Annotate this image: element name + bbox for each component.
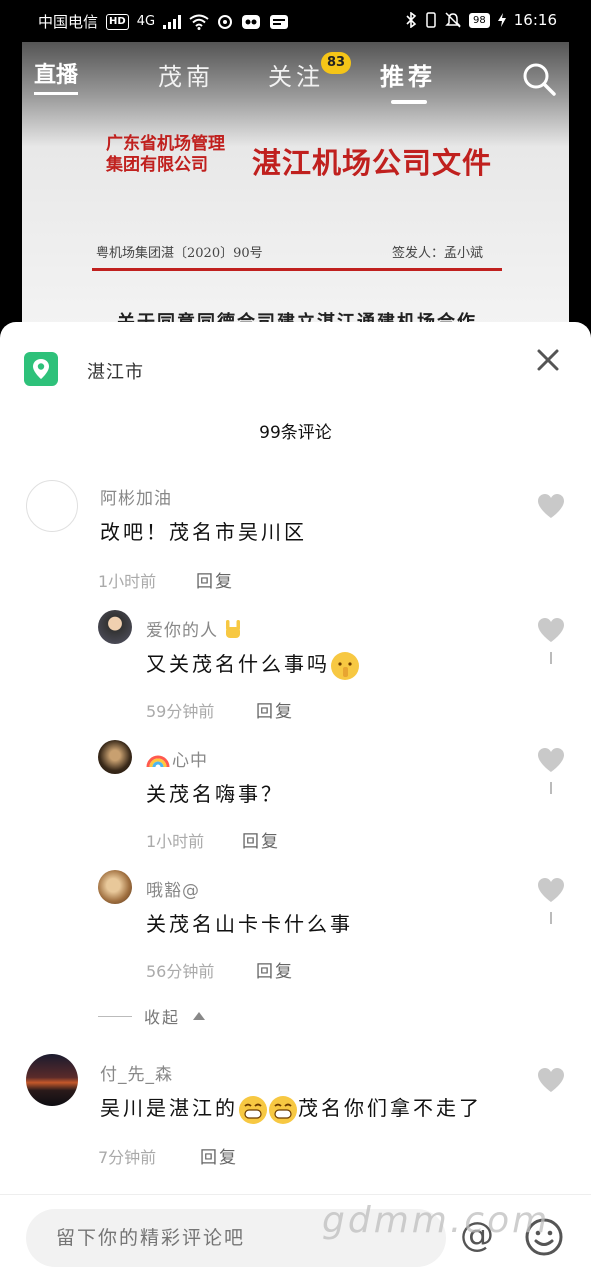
comment-username[interactable]: 阿彬加油: [100, 484, 172, 509]
follow-badge: 83: [321, 52, 352, 74]
comment-text: 改吧！茂名市吴川区: [100, 520, 307, 544]
carrier-label: 中国电信: [38, 13, 99, 31]
mute-icon: [445, 12, 461, 28]
collapse-label: 收起: [144, 1008, 181, 1027]
rock-hand-icon: [226, 619, 240, 638]
comment-time: 59分钟前: [146, 702, 215, 721]
doc-divider: [92, 268, 502, 271]
doc-org-name: 广东省机场管理 集团有限公司: [106, 134, 225, 176]
reply-button[interactable]: 回复: [200, 1143, 238, 1168]
top-nav: 直播 茂南 关注 83 推荐: [0, 42, 591, 114]
comment-sheet: 湛江市 99条评论 阿彬加油 改吧！茂名市吴川区 1小时前 回复 爱你的人 又关…: [0, 322, 591, 1280]
location-pin-icon[interactable]: [24, 352, 58, 386]
hd-icon: HD: [106, 13, 129, 30]
doc-signer: 签发人：孟小斌: [392, 246, 484, 261]
like-heart-icon[interactable]: [536, 1066, 566, 1094]
avatar[interactable]: [98, 610, 132, 644]
signal-icon: [163, 14, 182, 29]
reply-username-row: 爱你的人: [146, 616, 244, 641]
bluetooth-icon: [406, 12, 417, 28]
comment-username[interactable]: 爱你的人: [146, 616, 218, 641]
reply-button[interactable]: 回复: [196, 567, 234, 592]
rainbow-icon: [146, 755, 170, 767]
comment-time: 7分钟前: [98, 1148, 157, 1167]
charging-icon: [497, 13, 506, 27]
tab-recommend[interactable]: 推荐: [380, 62, 436, 92]
tab-maonan[interactable]: 茂南: [158, 62, 214, 92]
clock: 16:16: [513, 11, 557, 29]
comment-text-row: 又关茂名什么事吗: [146, 650, 360, 680]
vibrate-icon: [426, 12, 436, 28]
comment-time: 1小时前: [98, 572, 157, 591]
comment-count: 99条评论: [259, 423, 332, 443]
like-heart-icon[interactable]: [536, 492, 566, 520]
reply-button[interactable]: 回复: [256, 697, 294, 722]
collapse-divider: [98, 1015, 132, 1017]
battery-icon: 98: [469, 12, 490, 28]
tab-follow[interactable]: 关注: [268, 62, 324, 92]
like-count-marker: [550, 912, 552, 924]
triangle-up-icon: [193, 1012, 206, 1020]
status-bar: 中国电信 HD 4G 98 16:16: [0, 0, 591, 42]
grin-emoji-icon: [269, 1095, 297, 1124]
comment-text-row: 吴川是湛江的 茂名你们拿不走了: [100, 1094, 482, 1124]
watermark: gdmm.com: [322, 1200, 551, 1241]
like-heart-icon[interactable]: [536, 746, 566, 774]
search-icon[interactable]: [522, 62, 556, 96]
reply-username-row: 心中: [146, 746, 208, 771]
comment-text: 关茂名山卡卡什么事: [146, 912, 353, 936]
doc-org-line2: 集团有限公司: [106, 155, 208, 175]
comment-text-part2: 茂名你们拿不走了: [298, 1096, 482, 1120]
reply-button[interactable]: 回复: [256, 957, 294, 982]
sync-icon: [218, 14, 233, 29]
shush-emoji-icon: [331, 651, 359, 680]
comment-text-part1: 吴川是湛江的: [100, 1096, 238, 1120]
like-heart-icon[interactable]: [536, 616, 566, 644]
avatar[interactable]: [26, 1054, 78, 1106]
app-notify-icon: [242, 14, 261, 29]
like-count-marker: [550, 782, 552, 794]
comment-username[interactable]: 付_先_森: [100, 1060, 173, 1085]
comment-username[interactable]: 心中: [172, 746, 208, 771]
like-count-marker: [550, 652, 552, 664]
doc-number: 粤机场集团湛〔2020〕90号: [96, 246, 263, 261]
comment-username[interactable]: 哦豁@: [146, 876, 200, 901]
avatar[interactable]: [98, 870, 132, 904]
message-app-icon: [270, 14, 289, 29]
live-button[interactable]: 直播: [34, 62, 79, 95]
collapse-replies-button[interactable]: 收起: [98, 1004, 206, 1028]
comment-time: 1小时前: [146, 832, 205, 851]
network-label: 4G: [136, 13, 156, 29]
wifi-icon: [189, 14, 209, 30]
doc-title: 湛江机场公司文件: [252, 146, 493, 180]
avatar[interactable]: [98, 740, 132, 774]
avatar[interactable]: [26, 480, 78, 532]
comment-text: 又关茂名什么事吗: [146, 652, 330, 676]
location-label[interactable]: 湛江市: [87, 358, 144, 384]
close-icon[interactable]: [534, 346, 562, 374]
comment-time: 56分钟前: [146, 962, 215, 981]
grin-emoji-icon: [239, 1095, 267, 1124]
like-heart-icon[interactable]: [536, 876, 566, 904]
comment-text: 关茂名嗨事？: [146, 782, 284, 806]
reply-button[interactable]: 回复: [242, 827, 280, 852]
doc-org-line1: 广东省机场管理: [106, 134, 225, 154]
active-tab-indicator: [391, 100, 427, 104]
